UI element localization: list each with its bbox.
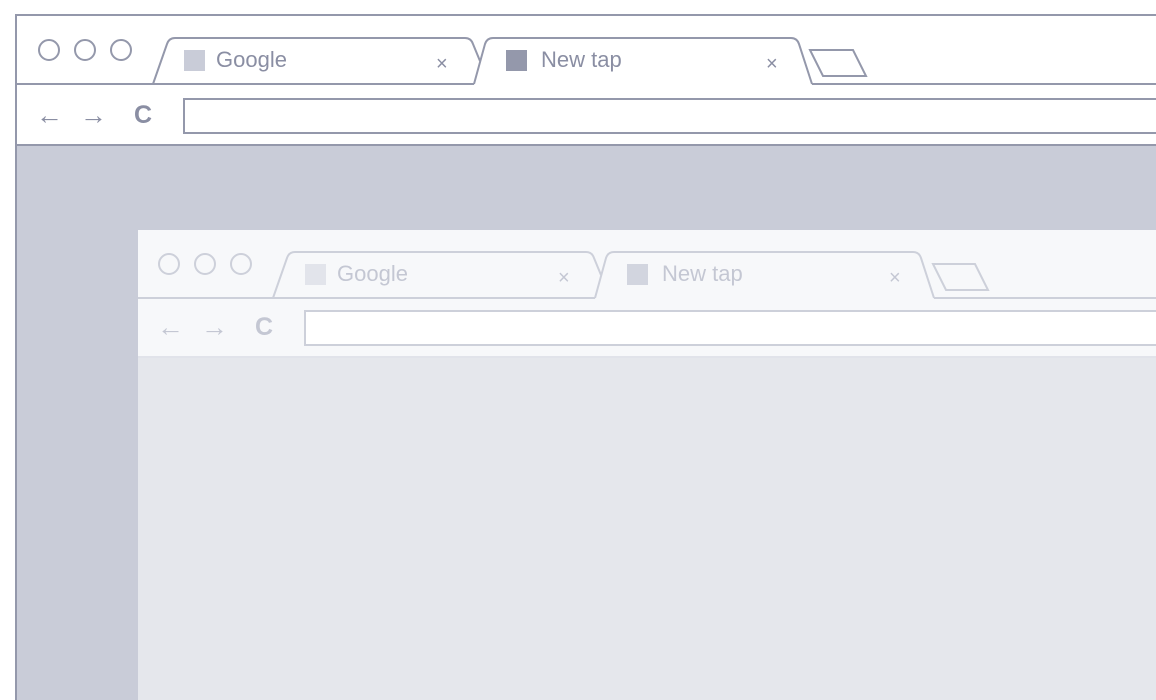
outer-browser-window: Google × New tap × ← → C Google × New ta… [15,14,1156,700]
outer-tab-new-favicon [506,50,527,71]
inner-tab-google-close-icon[interactable]: × [558,268,570,288]
outer-forward-icon[interactable]: → [80,100,107,130]
inner-tab-strip: Google × New tap × [138,230,1156,300]
outer-address-bar[interactable] [183,98,1156,134]
inner-page-content [138,358,1156,700]
outer-reload-icon[interactable]: C [134,100,152,130]
inner-close-window-icon [158,253,180,275]
inner-zoom-window-icon [230,253,252,275]
inner-address-bar[interactable] [304,310,1156,346]
inner-tab-new-close-icon[interactable]: × [889,268,901,288]
outer-tab-strip: Google × New tap × [17,16,1156,86]
outer-minimize-window-icon [74,39,96,61]
inner-tab-google-favicon [305,264,326,285]
inner-browser-chrome: Google × New tap × ← → C [138,230,1156,358]
inner-tab-new-label[interactable]: New tap [662,261,743,287]
inner-minimize-window-icon [194,253,216,275]
outer-back-icon[interactable]: ← [36,100,63,130]
outer-tab-google-label[interactable]: Google [216,47,287,73]
inner-forward-icon[interactable]: → [201,312,228,342]
inner-new-tab-icon [931,263,990,291]
outer-tab-google-close-icon[interactable]: × [436,54,448,74]
outer-tab-new-label[interactable]: New tap [541,47,622,73]
inner-browser-window: Google × New tap × ← → C [138,230,1156,700]
inner-tab-google-label[interactable]: Google [337,261,408,287]
inner-tab-new-favicon [627,264,648,285]
outer-zoom-window-icon [110,39,132,61]
outer-browser-chrome: Google × New tap × ← → C [17,16,1156,146]
outer-close-window-icon [38,39,60,61]
outer-new-tab-icon [808,49,868,77]
outer-tab-google-favicon [184,50,205,71]
inner-back-icon[interactable]: ← [157,312,184,342]
outer-tab-new-close-icon[interactable]: × [766,54,778,74]
inner-reload-icon[interactable]: C [255,312,273,342]
